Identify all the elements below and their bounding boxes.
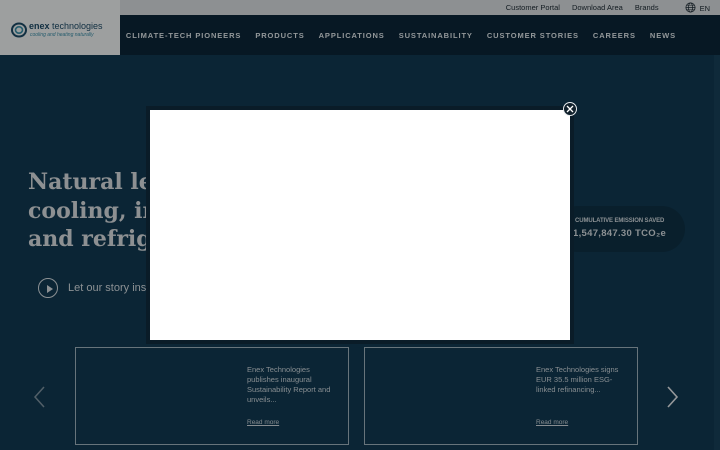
modal-content[interactable] [150, 110, 570, 340]
close-icon [566, 105, 574, 113]
close-button[interactable] [563, 102, 577, 116]
video-modal [146, 106, 574, 344]
